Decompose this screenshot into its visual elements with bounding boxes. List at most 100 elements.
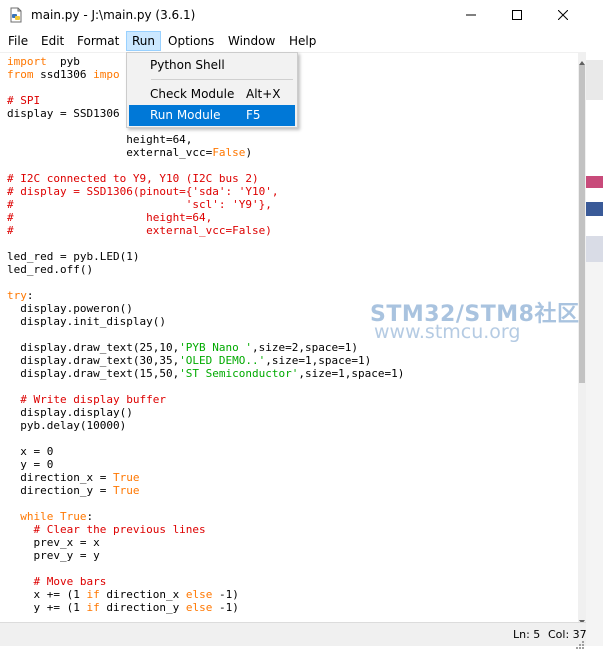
code-token: False <box>212 146 246 159</box>
menu-file[interactable]: File <box>3 31 33 51</box>
close-button[interactable] <box>540 0 586 31</box>
code-token: x = 0 <box>7 445 54 458</box>
code-line: # Write display buffer <box>7 393 166 406</box>
maximize-icon <box>512 8 522 24</box>
code-token: direction_y = <box>7 484 113 497</box>
resize-grip-icon[interactable] <box>574 634 584 649</box>
code-token: x += (1 <box>7 588 87 601</box>
code-token: y = 0 <box>7 458 54 471</box>
background-window-edge <box>586 202 603 216</box>
code-token: direction_x = <box>7 471 113 484</box>
code-token: ,size=1,space=1) <box>265 354 372 367</box>
code-token: external_vcc= <box>7 146 213 159</box>
menu-options[interactable]: Options <box>163 31 219 51</box>
code-token: # SPI <box>7 94 41 107</box>
menu-format[interactable]: Format <box>72 31 124 51</box>
code-token: # height=64, <box>7 211 213 224</box>
code-token: else <box>185 601 213 614</box>
code-token: ) <box>245 146 253 159</box>
code-line: # display = SSD1306(pinout={'sda': 'Y10'… <box>7 185 279 198</box>
code-line: pyb.delay(10000) <box>7 419 126 432</box>
code-token: direction_x <box>99 588 186 601</box>
code-line: display.init_display() <box>7 315 166 328</box>
watermark-url: www.stmcu.org <box>374 321 521 343</box>
code-line: # 'scl': 'Y9'}, <box>7 198 272 211</box>
title-bar[interactable]: main.py - J:\main.py (3.6.1) <box>0 0 586 31</box>
maximize-button[interactable] <box>494 0 540 31</box>
menu-item-check-module[interactable]: Check Module Alt+X <box>129 84 295 105</box>
code-token: display.display() <box>7 406 133 419</box>
code-token: # external_vcc=False) <box>7 224 272 237</box>
code-line: from ssd1306 impo <box>7 68 120 81</box>
watermark: STM32/STM8社区 www.stmcu.org <box>370 296 579 343</box>
code-token: ssd1306 <box>33 68 94 81</box>
minimize-icon <box>466 8 476 24</box>
minimize-button[interactable] <box>448 0 494 31</box>
code-line: try: <box>7 289 34 302</box>
code-token: led_red.off() <box>7 263 94 276</box>
code-line: # Clear the previous lines <box>7 523 206 536</box>
menu-edit[interactable]: Edit <box>36 31 69 51</box>
code-token: prev_y = y <box>7 549 100 562</box>
menu-window[interactable]: Window <box>223 31 280 51</box>
code-token: # 'scl': 'Y9'}, <box>7 198 272 211</box>
code-token: True <box>112 471 140 484</box>
code-token: display = SSD1306 <box>7 107 120 120</box>
background-window-edge <box>586 0 603 60</box>
code-token: if <box>86 601 100 614</box>
code-token: pyb <box>46 55 80 68</box>
scroll-thumb[interactable] <box>579 65 585 383</box>
code-token: display.draw_text(15,50, <box>7 367 180 380</box>
code-line: prev_y = y <box>7 549 100 562</box>
code-token: ,size=2,space=1) <box>252 341 359 354</box>
code-line: # SPI <box>7 94 40 107</box>
menu-run[interactable]: Run <box>126 31 162 51</box>
code-line: prev_x = x <box>7 536 99 549</box>
code-line: direction_y = True <box>7 484 139 497</box>
code-token: -1) <box>212 601 239 614</box>
status-line: Ln: 5 <box>513 628 541 641</box>
window-title: main.py - J:\main.py (3.6.1) <box>31 8 196 22</box>
code-line: direction_x = True <box>7 471 139 484</box>
code-token: # Move bars <box>7 575 107 588</box>
code-line: # height=64, <box>7 211 212 224</box>
code-line: display = SSD1306 <box>7 107 120 120</box>
code-token: 'ST Semiconductor' <box>179 367 299 380</box>
code-token: # I2C connected to Y9, Y10 (I2C bus 2) <box>7 172 259 185</box>
code-token: from <box>7 68 34 81</box>
menu-item-run-module[interactable]: Run Module F5 <box>129 105 295 126</box>
code-token: y += (1 <box>7 601 87 614</box>
background-window-edge <box>586 236 603 262</box>
code-token: # Clear the previous lines <box>7 523 206 536</box>
code-token: True <box>112 484 140 497</box>
background-window-edge <box>586 176 603 188</box>
code-line: while True: <box>7 510 93 523</box>
scroll-down-icon[interactable] <box>578 612 586 624</box>
background-window-edge <box>586 262 603 646</box>
code-token: ,size=1,space=1) <box>298 367 405 380</box>
code-token: : <box>26 289 34 302</box>
code-token: if <box>86 588 100 601</box>
scroll-up-icon[interactable] <box>578 53 586 65</box>
code-token: True <box>59 510 87 523</box>
background-window-edge <box>586 188 603 202</box>
code-token: # Write display buffer <box>7 393 166 406</box>
code-line: y += (1 if direction_y else -1) <box>7 601 239 614</box>
vertical-scrollbar[interactable] <box>578 53 586 624</box>
python-file-icon <box>8 7 24 23</box>
code-line: # Move bars <box>7 575 106 588</box>
code-line: display.draw_text(30,35,'OLED DEMO..',si… <box>7 354 371 367</box>
code-line: height=64, <box>7 133 192 146</box>
code-token: display.init_display() <box>7 315 166 328</box>
code-line: x = 0 <box>7 445 53 458</box>
background-window-edge <box>586 100 603 176</box>
menu-help[interactable]: Help <box>284 31 321 51</box>
status-bar: Ln: 5 Col: 37 <box>0 622 587 649</box>
code-token: while <box>7 510 54 523</box>
code-line: x += (1 if direction_x else -1) <box>7 588 239 601</box>
code-token: -1) <box>212 588 239 601</box>
code-line: display.display() <box>7 406 133 419</box>
menu-item-python-shell[interactable]: Python Shell <box>129 55 295 76</box>
background-window-edge <box>586 216 603 236</box>
